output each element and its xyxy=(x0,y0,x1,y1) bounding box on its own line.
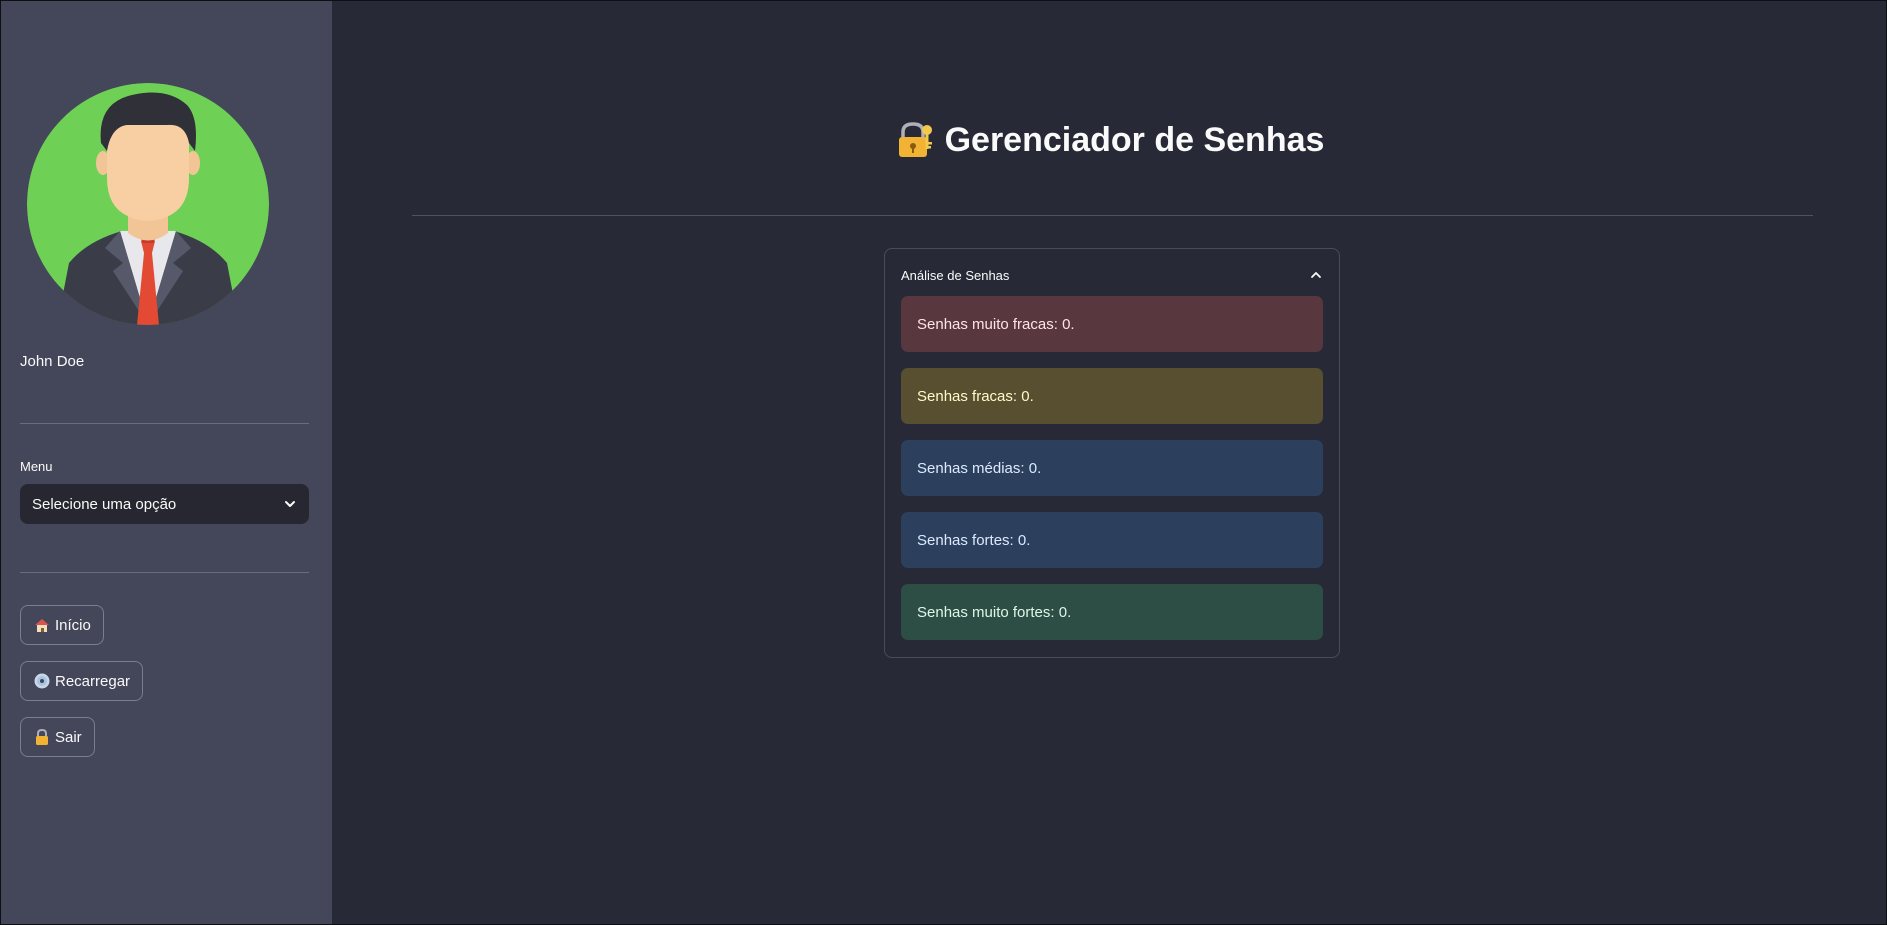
menu-select[interactable]: Selecione uma opção xyxy=(20,484,309,524)
avatar xyxy=(27,83,269,325)
alert-strong: Senhas fortes: 0. xyxy=(901,512,1323,568)
alert-text: Senhas médias: 0. xyxy=(917,459,1042,477)
menu-label: Menu xyxy=(20,459,53,474)
alert-text: Senhas fortes: 0. xyxy=(917,531,1031,549)
sidebar-divider xyxy=(20,572,309,573)
alert-very-strong: Senhas muito fortes: 0. xyxy=(901,584,1323,640)
home-button-label: Início xyxy=(55,616,91,634)
alert-text: Senhas muito fortes: 0. xyxy=(917,603,1072,621)
reload-button-label: Recarregar xyxy=(55,672,131,690)
header-divider xyxy=(412,215,1813,216)
home-button[interactable]: Início xyxy=(20,605,104,645)
alert-weak: Senhas fracas: 0. xyxy=(901,368,1323,424)
reload-button[interactable]: Recarregar xyxy=(20,661,144,701)
expander-title: Análise de Senhas xyxy=(901,267,1010,283)
alert-text: Senhas fracas: 0. xyxy=(917,387,1034,405)
lock-icon xyxy=(36,728,48,745)
alert-text: Senhas muito fracas: 0. xyxy=(917,315,1075,333)
alert-very-weak: Senhas muito fracas: 0. xyxy=(901,296,1323,352)
chevron-down-icon xyxy=(285,501,295,507)
house-icon xyxy=(35,619,49,632)
menu-select-value: Selecione uma opção xyxy=(32,495,177,513)
user-name: John Doe xyxy=(20,353,85,370)
expander-header[interactable]: Análise de Senhas xyxy=(901,265,1323,285)
page-title: Gerenciador de Senhas xyxy=(944,120,1325,159)
lock-with-key-icon xyxy=(898,122,932,157)
chevron-up-icon xyxy=(1311,272,1321,278)
logout-button-label: Sair xyxy=(55,728,82,746)
sidebar: John Doe Menu Selecione uma opção Início… xyxy=(1,1,332,924)
password-analysis-expander: Análise de Senhas Senhas muito fracas: 0… xyxy=(884,248,1340,658)
sidebar-divider xyxy=(20,423,309,424)
disc-icon xyxy=(34,673,50,689)
alert-medium: Senhas médias: 0. xyxy=(901,440,1323,496)
page-header: Gerenciador de Senhas xyxy=(332,120,1887,160)
logout-button[interactable]: Sair xyxy=(20,717,95,757)
